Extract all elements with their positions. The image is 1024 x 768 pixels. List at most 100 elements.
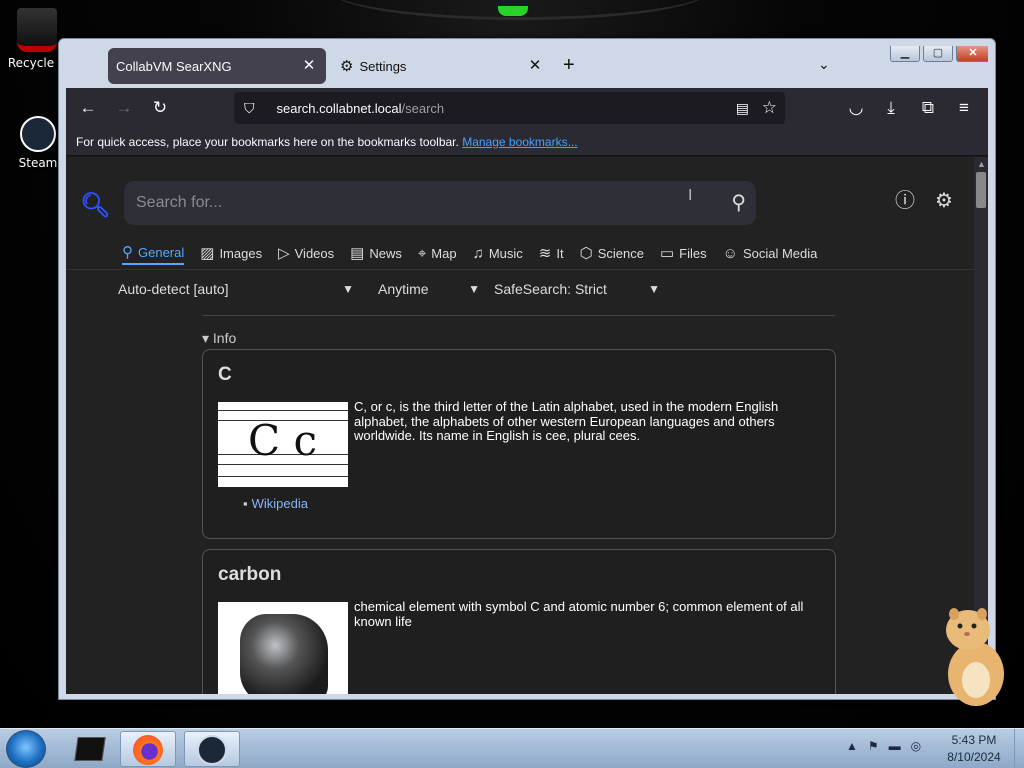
people-icon: ☺ — [722, 244, 738, 262]
tab-map[interactable]: ⌖ Map — [418, 241, 457, 265]
text-cursor-icon: I — [688, 187, 693, 204]
filter-divider — [202, 315, 835, 316]
show-hidden-icons-icon[interactable]: ▲ — [846, 739, 858, 753]
searxng-logo-icon[interactable]: 🔍︎ — [80, 191, 110, 220]
tab-music[interactable]: ♫ Music — [473, 241, 523, 265]
info-icon[interactable]: ⓘ — [893, 189, 917, 213]
desktop-icon-label: Steam — [18, 156, 58, 170]
tab-news[interactable]: ▤ News — [350, 241, 402, 265]
url-text[interactable]: search.collabnet.local/search — [277, 101, 445, 116]
new-tab-button[interactable]: + — [563, 55, 575, 75]
close-icon[interactable]: ✕ — [526, 57, 544, 75]
play-icon: ▷ — [278, 245, 290, 262]
shield-icon[interactable]: ⛉ — [244, 100, 255, 117]
infobox-links: ▪ Wikipedia — [243, 496, 308, 511]
search-input[interactable] — [136, 181, 696, 225]
scroll-thumb[interactable] — [976, 172, 986, 208]
system-tray: ▲ ⚑ ▬ ◎ — [846, 739, 931, 753]
bookmark-star-icon[interactable]: ☆ — [762, 98, 777, 118]
files-icon: ▭ — [659, 245, 675, 262]
close-icon[interactable]: ✕ — [300, 57, 318, 75]
clock-date: 8/10/2024 — [947, 750, 1001, 764]
browser-window: CollabVM SearXNG ✕ ⚙ Settings ✕ + ⌄ ▁ ▢ … — [58, 38, 996, 700]
wikipedia-link[interactable]: Wikipedia — [252, 496, 308, 511]
start-button-windows-icon[interactable] — [6, 730, 46, 768]
safesearch-select[interactable]: SafeSearch: Strict ▼ — [494, 281, 660, 297]
taskbar: ▲ ⚑ ▬ ◎ 5:43 PM 8/10/2024 — [0, 728, 1024, 768]
triangle-down-icon: ▾ — [202, 330, 210, 346]
infobox-description: chemical element with symbol C and atomi… — [354, 599, 804, 629]
tab-label: Images — [219, 245, 263, 261]
reload-button[interactable]: ↻ — [148, 96, 172, 120]
tab-general[interactable]: ⚲ General — [122, 241, 185, 265]
minimize-button[interactable]: ▁ — [890, 46, 920, 62]
tab-social-media[interactable]: ☺ Social Media — [723, 241, 818, 265]
language-select[interactable]: Auto-detect [auto] ▼ — [118, 281, 354, 297]
url-path: /search — [401, 100, 445, 116]
action-center-icon[interactable]: ⚑ — [868, 739, 879, 753]
taskbar-firefox[interactable] — [120, 731, 176, 767]
carbon-image — [218, 602, 348, 694]
tab-videos[interactable]: ▷ Videos — [278, 241, 334, 265]
bookmarks-toolbar: For quick access, place your bookmarks h… — [66, 128, 988, 156]
music-icon: ♫ — [472, 244, 484, 262]
bookmarks-hint: For quick access, place your bookmarks h… — [76, 135, 459, 149]
tab-title: CollabVM SearXNG — [116, 58, 232, 74]
infobox-card: C C c C, or c, is the third letter of th… — [202, 349, 836, 539]
close-window-button[interactable]: ✕ — [956, 46, 988, 62]
newspaper-icon: ▤ — [350, 245, 365, 262]
tab-files[interactable]: ▭ Files — [660, 241, 707, 265]
tab-label: General — [138, 244, 185, 260]
taskbar-terminal[interactable] — [62, 731, 118, 767]
show-desktop-button[interactable] — [1014, 729, 1024, 768]
tab-it[interactable]: ≋ It — [539, 241, 564, 265]
tab-searxng[interactable]: CollabVM SearXNG ✕ — [108, 48, 326, 84]
tab-science[interactable]: ⬡ Science — [580, 241, 644, 265]
navigation-toolbar: ← → ↻ ⛉ search.collabnet.local/search ▤ … — [66, 88, 988, 128]
tab-title: Settings — [359, 58, 407, 74]
browser-content: CollabVM SearXNG ✕ ⚙ Settings ✕ + ⌄ ▁ ▢ … — [66, 46, 988, 694]
download-icon[interactable]: ⤓ — [879, 96, 903, 120]
menu-icon[interactable]: ≡ — [952, 96, 976, 120]
bullet-icon: ▪ — [243, 496, 248, 511]
recycle-bin-icon — [17, 8, 57, 52]
reader-view-icon[interactable]: ▤ — [736, 100, 749, 117]
back-button[interactable]: ← — [76, 96, 100, 120]
forward-button[interactable]: → — [112, 96, 136, 120]
list-all-tabs-button[interactable]: ⌄ — [818, 56, 830, 73]
tab-label: Files — [679, 245, 707, 261]
infobox-card: carbon chemical element with symbol C an… — [202, 549, 836, 694]
searxng-page: 🔍︎ ⚲ I ⓘ ⚙ ⚲ General ▨ Images ▷ Video — [66, 157, 974, 694]
tab-images[interactable]: ▨ Images — [200, 241, 262, 265]
extensions-icon[interactable]: ⧉ — [916, 96, 940, 120]
search-icon[interactable]: ⚲ — [731, 190, 746, 215]
info-section-toggle[interactable]: ▾ Info — [202, 330, 236, 347]
infobox-title: C — [218, 364, 232, 385]
tab-label: Social Media — [742, 245, 818, 261]
steam-icon — [20, 116, 56, 152]
hamster-mascot — [946, 608, 1004, 706]
letter-sample: C c — [248, 416, 318, 465]
tab-settings[interactable]: ⚙ Settings ✕ — [334, 48, 552, 84]
gear-icon: ⚙ — [340, 58, 354, 75]
language-value: Auto-detect [auto] — [118, 281, 229, 297]
image-icon: ▨ — [200, 245, 215, 262]
network-icon[interactable]: ▬ — [889, 739, 901, 753]
manage-bookmarks-link[interactable]: Manage bookmarks... — [462, 135, 577, 149]
tab-label: Science — [597, 245, 644, 261]
volume-icon[interactable]: ◎ — [911, 739, 921, 753]
steam-icon — [197, 735, 227, 765]
url-bar[interactable]: ⛉ search.collabnet.local/search ▤ ☆ — [234, 92, 785, 124]
time-range-select[interactable]: Anytime ▼ — [378, 281, 480, 297]
scroll-up-icon[interactable]: ▲ — [977, 159, 986, 169]
taskbar-steam[interactable] — [184, 731, 240, 767]
pocket-icon[interactable]: ◡ — [844, 96, 868, 120]
time-range-value: Anytime — [378, 281, 429, 297]
terminal-icon — [74, 737, 106, 761]
maximize-button[interactable]: ▢ — [923, 46, 953, 62]
preferences-gear-icon[interactable]: ⚙ — [932, 189, 956, 213]
map-pin-icon: ⌖ — [417, 244, 427, 262]
dropdown-arrow-icon: ▼ — [342, 282, 354, 296]
taskbar-clock[interactable]: 5:43 PM 8/10/2024 — [936, 732, 1012, 766]
url-host: search.collabnet.local — [276, 100, 402, 116]
